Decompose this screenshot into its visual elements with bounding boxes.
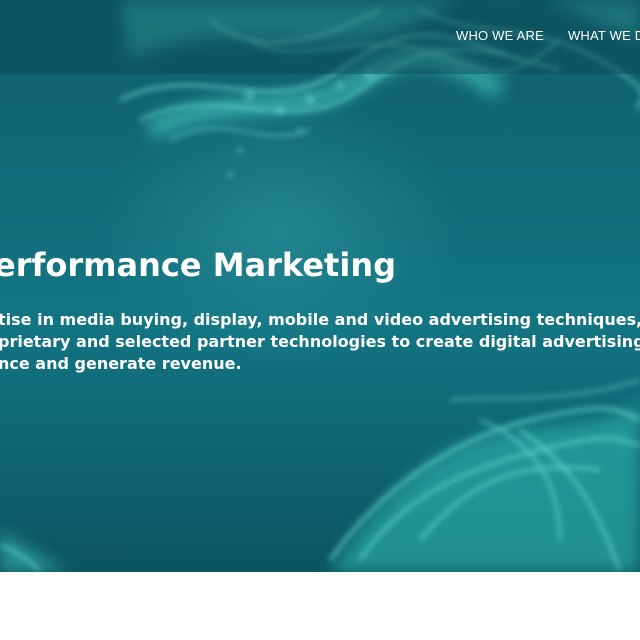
hero-intro-text: tise in media buying, display, mobile an…	[0, 309, 640, 375]
hero-intro-line: tise in media buying, display, mobile an…	[0, 310, 640, 329]
hero-section: WHO WE ARE WHAT WE DO erformance Marketi…	[0, 0, 640, 572]
main-navigation: WHO WE ARE WHAT WE DO	[456, 28, 640, 48]
smoke-background-image	[0, 0, 640, 572]
hero-headline: erformance Marketing	[0, 246, 396, 284]
hero-intro-line: prietary and selected partner technologi…	[0, 332, 640, 351]
nav-link-who-we-are[interactable]: WHO WE ARE	[456, 28, 544, 48]
nav-link-what-we-do[interactable]: WHAT WE DO	[568, 28, 640, 48]
content-section	[0, 572, 640, 640]
hero-intro-line: nce and generate revenue.	[0, 354, 242, 373]
